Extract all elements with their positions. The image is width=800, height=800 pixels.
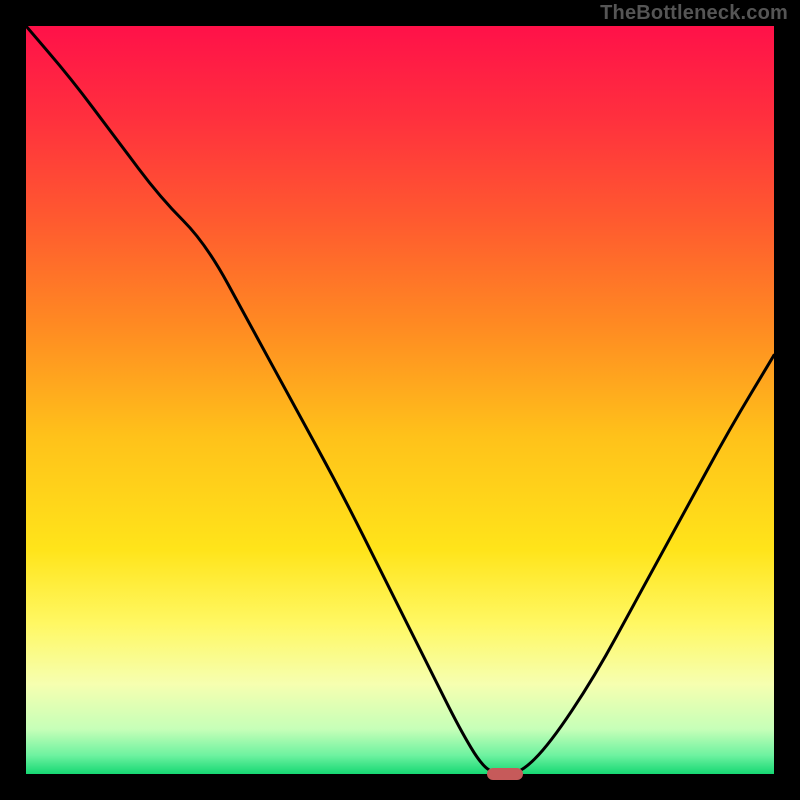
optimal-range-marker	[487, 768, 523, 780]
gradient-background	[26, 26, 774, 774]
plot-area	[26, 26, 774, 774]
watermark-text: TheBottleneck.com	[600, 2, 788, 25]
chart-frame: TheBottleneck.com	[0, 0, 800, 800]
gradient-plot	[26, 26, 774, 774]
